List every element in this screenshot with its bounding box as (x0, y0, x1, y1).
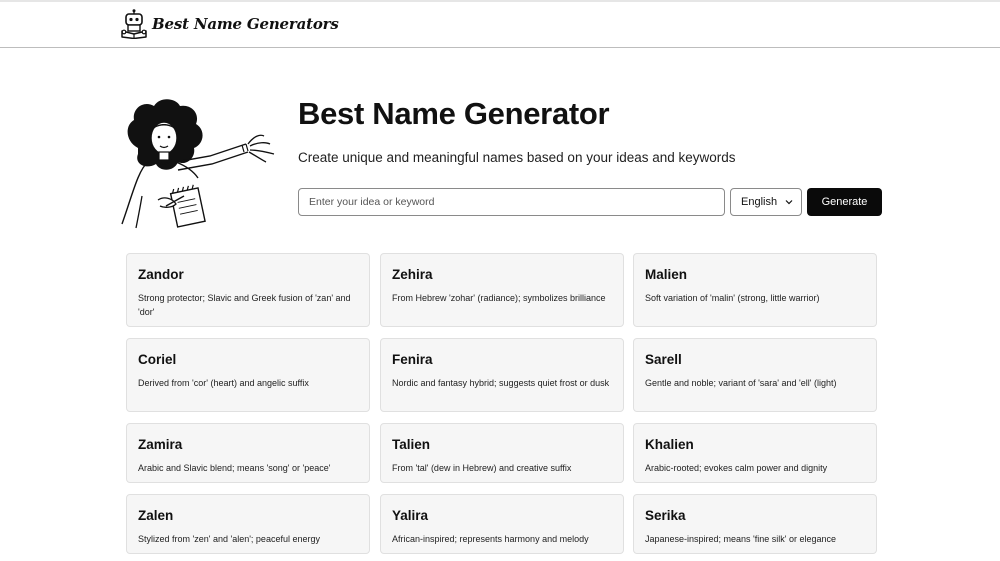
language-select-value: English (741, 196, 778, 208)
name-card[interactable]: Yalira African-inspired; represents harm… (380, 494, 624, 554)
language-select[interactable]: English (730, 188, 802, 216)
name-description: Strong protector; Slavic and Greek fusio… (138, 293, 351, 317)
top-header: Best Name Generators (0, 0, 1000, 48)
name-card[interactable]: Zamira Arabic and Slavic blend; means 's… (126, 423, 370, 483)
name-card[interactable]: Talien From 'tal' (dew in Hebrew) and cr… (380, 423, 624, 483)
name-description: Gentle and noble; variant of 'sara' and … (645, 378, 837, 388)
name-title: Zehira (392, 267, 433, 282)
name-description: Nordic and fantasy hybrid; suggests quie… (392, 378, 610, 388)
name-title: Sarell (645, 352, 682, 367)
name-title: Talien (392, 437, 431, 452)
name-card[interactable]: Fenira Nordic and fantasy hybrid; sugges… (380, 338, 624, 412)
brand-name: Best Name Generators (152, 15, 339, 33)
name-card[interactable]: Zehira From Hebrew 'zohar' (radiance); s… (380, 253, 624, 327)
name-card[interactable]: Coriel Derived from 'cor' (heart) and an… (126, 338, 370, 412)
name-title: Serika (645, 508, 686, 523)
name-card[interactable]: Khalien Arabic-rooted; evokes calm power… (633, 423, 877, 483)
name-description: From 'tal' (dew in Hebrew) and creative … (392, 463, 572, 473)
name-description: Arabic-rooted; evokes calm power and dig… (645, 463, 828, 473)
name-title: Fenira (392, 352, 433, 367)
name-description: Arabic and Slavic blend; means 'song' or… (138, 463, 331, 473)
name-title: Yalira (392, 508, 429, 523)
name-card[interactable]: Malien Soft variation of 'malin' (strong… (633, 253, 877, 327)
idea-keyword-input[interactable] (298, 188, 725, 216)
chevron-down-icon (785, 200, 793, 205)
name-title: Zamira (138, 437, 183, 452)
woman-waving-with-notepad-illustration (121, 99, 275, 229)
name-title: Zandor (138, 267, 184, 282)
generate-button[interactable]: Generate (807, 188, 882, 216)
page-subtitle: Create unique and meaningful names based… (298, 150, 736, 165)
page-title: Best Name Generator (298, 96, 610, 131)
name-card[interactable]: Zalen Stylized from 'zen' and 'alen'; pe… (126, 494, 370, 554)
name-card[interactable]: Zandor Strong protector; Slavic and Gree… (126, 253, 370, 327)
name-title: Khalien (645, 437, 694, 452)
name-title: Zalen (138, 508, 174, 523)
robot-reading-icon (121, 9, 147, 39)
name-description: From Hebrew 'zohar' (radiance); symboliz… (392, 293, 606, 303)
name-title: Coriel (138, 352, 177, 367)
name-description: Stylized from 'zen' and 'alen'; peaceful… (138, 534, 320, 544)
name-card[interactable]: Sarell Gentle and noble; variant of 'sar… (633, 338, 877, 412)
name-title: Malien (645, 267, 688, 282)
brand-link[interactable]: Best Name Generators (120, 8, 339, 40)
name-card[interactable]: Serika Japanese-inspired; means 'fine si… (633, 494, 877, 554)
name-description: African-inspired; represents harmony and… (392, 534, 589, 544)
name-description: Japanese-inspired; means 'fine silk' or … (645, 534, 837, 544)
name-description: Soft variation of 'malin' (strong, littl… (645, 293, 820, 303)
name-description: Derived from 'cor' (heart) and angelic s… (138, 378, 309, 388)
